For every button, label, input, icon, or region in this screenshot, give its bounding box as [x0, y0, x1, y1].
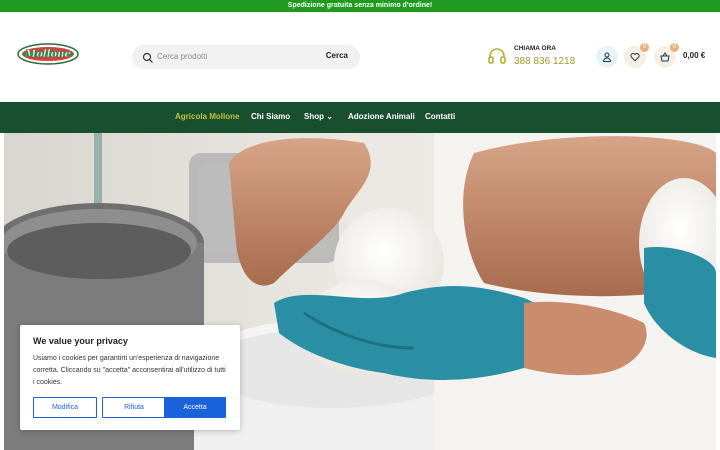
- wishlist-button[interactable]: 0: [624, 43, 649, 68]
- user-icon: [602, 52, 612, 62]
- cart-total[interactable]: 0,00 €: [683, 51, 705, 60]
- site-logo[interactable]: Mollone: [17, 42, 79, 66]
- nav-item-agricola-mollone[interactable]: Agricola Mollone: [175, 112, 239, 121]
- search-bar: Cerca prodotti Cerca: [132, 45, 360, 69]
- search-button[interactable]: Cerca: [326, 51, 348, 60]
- basket-icon: [660, 52, 670, 62]
- main-nav: Agricola Mollone Chi Siamo Shop ⌄ Adozio…: [0, 102, 720, 133]
- site-header: Mollone Cerca prodotti Cerca CHIAMA ORA …: [0, 12, 720, 102]
- nav-item-contatti[interactable]: Contatti: [425, 112, 455, 121]
- account-button[interactable]: [596, 46, 618, 68]
- cart-count-badge: 0: [670, 43, 679, 52]
- promo-text: Spedizione gratuita senza minimo d'ordin…: [287, 2, 433, 9]
- cookie-consent-banner: We value your privacy Usiamo i cookies p…: [20, 325, 240, 430]
- heart-icon: [630, 53, 640, 62]
- call-number[interactable]: 388 836 1218: [514, 56, 575, 67]
- nav-item-shop-label: Shop: [304, 112, 324, 121]
- nav-item-chi-siamo[interactable]: Chi Siamo: [251, 112, 290, 121]
- cookie-text: Usiamo i cookies per garantirti un'esper…: [33, 355, 226, 386]
- cart-button[interactable]: 0: [654, 43, 679, 68]
- nav-item-shop[interactable]: Shop ⌄: [304, 112, 333, 121]
- promo-bar: Spedizione gratuita senza minimo d'ordin…: [0, 0, 720, 12]
- call-title: CHIAMA ORA: [514, 45, 557, 52]
- logo-text: Mollone: [24, 49, 71, 60]
- nav-item-adozione-animali[interactable]: Adozione Animali: [348, 112, 415, 121]
- cookie-customize-button[interactable]: Modifica: [33, 397, 97, 418]
- cookie-accept-button[interactable]: Accetta: [164, 397, 226, 418]
- search-input[interactable]: Cerca prodotti: [157, 52, 207, 61]
- cookie-title: We value your privacy: [33, 336, 128, 346]
- cookie-reject-button[interactable]: Rifiuta: [102, 397, 166, 418]
- search-icon: [142, 51, 154, 63]
- wishlist-count-badge: 0: [640, 43, 649, 52]
- headphones-icon: [487, 46, 507, 66]
- chevron-down-icon: ⌄: [326, 112, 333, 121]
